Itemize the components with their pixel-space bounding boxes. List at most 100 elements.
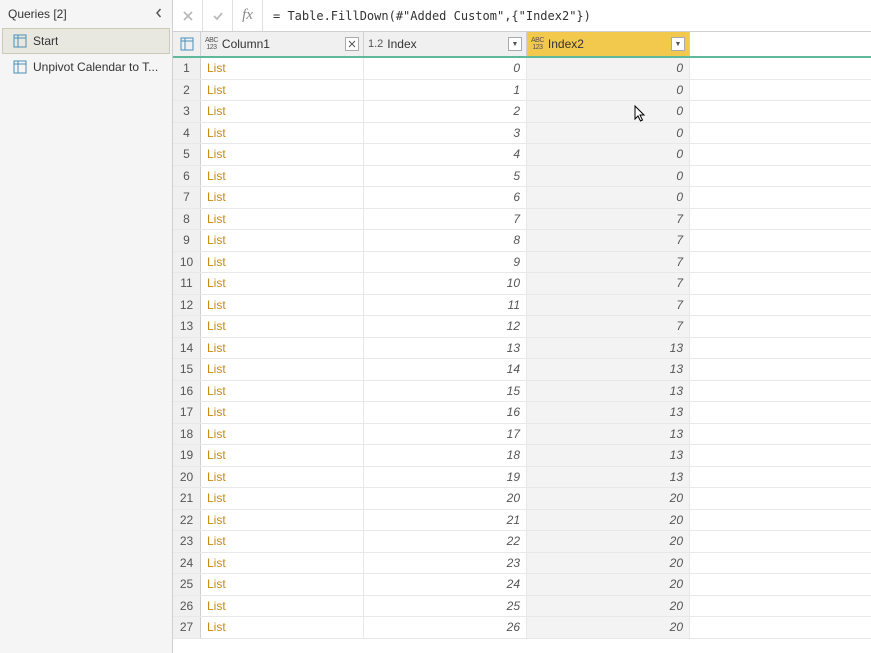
table-row[interactable]: 15 List 14 13 <box>173 359 871 381</box>
cell-column1[interactable]: List <box>201 553 364 574</box>
list-link[interactable]: List <box>207 233 226 247</box>
cell-index2[interactable]: 0 <box>527 58 690 79</box>
cell-index2[interactable]: 13 <box>527 381 690 402</box>
list-link[interactable]: List <box>207 319 226 333</box>
cell-index[interactable]: 14 <box>364 359 527 380</box>
list-link[interactable]: List <box>207 556 226 570</box>
list-link[interactable]: List <box>207 362 226 376</box>
expand-dropdown-icon[interactable] <box>345 37 359 51</box>
cell-index[interactable]: 23 <box>364 553 527 574</box>
cell-index[interactable]: 9 <box>364 252 527 273</box>
list-link[interactable]: List <box>207 577 226 591</box>
table-row[interactable]: 4 List 3 0 <box>173 123 871 145</box>
list-link[interactable]: List <box>207 190 226 204</box>
table-row[interactable]: 7 List 6 0 <box>173 187 871 209</box>
row-number[interactable]: 14 <box>173 338 201 359</box>
table-row[interactable]: 19 List 18 13 <box>173 445 871 467</box>
cell-index[interactable]: 16 <box>364 402 527 423</box>
cell-column1[interactable]: List <box>201 596 364 617</box>
cell-index[interactable]: 7 <box>364 209 527 230</box>
cell-column1[interactable]: List <box>201 381 364 402</box>
cell-index2[interactable]: 20 <box>527 531 690 552</box>
cell-index2[interactable]: 0 <box>527 123 690 144</box>
cell-index2[interactable]: 0 <box>527 101 690 122</box>
cell-index[interactable]: 3 <box>364 123 527 144</box>
cell-column1[interactable]: List <box>201 58 364 79</box>
table-row[interactable]: 10 List 9 7 <box>173 252 871 274</box>
table-row[interactable]: 24 List 23 20 <box>173 553 871 575</box>
row-number[interactable]: 6 <box>173 166 201 187</box>
table-row[interactable]: 12 List 11 7 <box>173 295 871 317</box>
column-header-index[interactable]: 1.2 Index ▼ <box>364 32 527 56</box>
cell-column1[interactable]: List <box>201 445 364 466</box>
list-link[interactable]: List <box>207 405 226 419</box>
list-link[interactable]: List <box>207 513 226 527</box>
cell-index[interactable]: 0 <box>364 58 527 79</box>
cell-index[interactable]: 26 <box>364 617 527 638</box>
cell-column1[interactable]: List <box>201 273 364 294</box>
cell-column1[interactable]: List <box>201 510 364 531</box>
list-link[interactable]: List <box>207 341 226 355</box>
row-number[interactable]: 22 <box>173 510 201 531</box>
cell-index[interactable]: 15 <box>364 381 527 402</box>
table-row[interactable]: 2 List 1 0 <box>173 80 871 102</box>
query-item[interactable]: Unpivot Calendar to T... <box>2 54 170 80</box>
row-number[interactable]: 19 <box>173 445 201 466</box>
column-header-column1[interactable]: ABC123 Column1 <box>201 32 364 56</box>
cell-index[interactable]: 18 <box>364 445 527 466</box>
table-row[interactable]: 21 List 20 20 <box>173 488 871 510</box>
table-row[interactable]: 13 List 12 7 <box>173 316 871 338</box>
cell-column1[interactable]: List <box>201 144 364 165</box>
table-row[interactable]: 26 List 25 20 <box>173 596 871 618</box>
list-link[interactable]: List <box>207 384 226 398</box>
cell-index[interactable]: 2 <box>364 101 527 122</box>
list-link[interactable]: List <box>207 61 226 75</box>
list-link[interactable]: List <box>207 212 226 226</box>
cell-column1[interactable]: List <box>201 187 364 208</box>
cell-column1[interactable]: List <box>201 230 364 251</box>
cell-column1[interactable]: List <box>201 166 364 187</box>
cell-index2[interactable]: 13 <box>527 467 690 488</box>
cell-index[interactable]: 25 <box>364 596 527 617</box>
cell-index2[interactable]: 7 <box>527 273 690 294</box>
table-row[interactable]: 1 List 0 0 <box>173 58 871 80</box>
row-number[interactable]: 25 <box>173 574 201 595</box>
cell-column1[interactable]: List <box>201 467 364 488</box>
formula-input[interactable] <box>263 0 871 31</box>
cell-index2[interactable]: 0 <box>527 144 690 165</box>
table-row[interactable]: 16 List 15 13 <box>173 381 871 403</box>
table-row[interactable]: 27 List 26 20 <box>173 617 871 639</box>
cell-index[interactable]: 5 <box>364 166 527 187</box>
cell-index[interactable]: 10 <box>364 273 527 294</box>
cell-index2[interactable]: 7 <box>527 230 690 251</box>
list-link[interactable]: List <box>207 169 226 183</box>
table-row[interactable]: 23 List 22 20 <box>173 531 871 553</box>
row-number[interactable]: 10 <box>173 252 201 273</box>
cell-index[interactable]: 11 <box>364 295 527 316</box>
grid-corner-icon[interactable] <box>173 32 201 56</box>
table-row[interactable]: 9 List 8 7 <box>173 230 871 252</box>
list-link[interactable]: List <box>207 599 226 613</box>
cell-index[interactable]: 6 <box>364 187 527 208</box>
row-number[interactable]: 7 <box>173 187 201 208</box>
cell-index[interactable]: 8 <box>364 230 527 251</box>
cell-index2[interactable]: 20 <box>527 574 690 595</box>
cell-index2[interactable]: 20 <box>527 510 690 531</box>
row-number[interactable]: 16 <box>173 381 201 402</box>
list-link[interactable]: List <box>207 427 226 441</box>
row-number[interactable]: 27 <box>173 617 201 638</box>
cell-index2[interactable]: 13 <box>527 402 690 423</box>
table-row[interactable]: 8 List 7 7 <box>173 209 871 231</box>
cell-index2[interactable]: 0 <box>527 80 690 101</box>
cell-column1[interactable]: List <box>201 123 364 144</box>
row-number[interactable]: 12 <box>173 295 201 316</box>
cell-index2[interactable]: 7 <box>527 209 690 230</box>
cell-column1[interactable]: List <box>201 424 364 445</box>
row-number[interactable]: 17 <box>173 402 201 423</box>
cell-index2[interactable]: 7 <box>527 252 690 273</box>
collapse-panel-icon[interactable] <box>154 7 164 21</box>
list-link[interactable]: List <box>207 491 226 505</box>
list-link[interactable]: List <box>207 147 226 161</box>
cell-index2[interactable]: 20 <box>527 553 690 574</box>
fx-icon[interactable]: fx <box>233 0 263 31</box>
